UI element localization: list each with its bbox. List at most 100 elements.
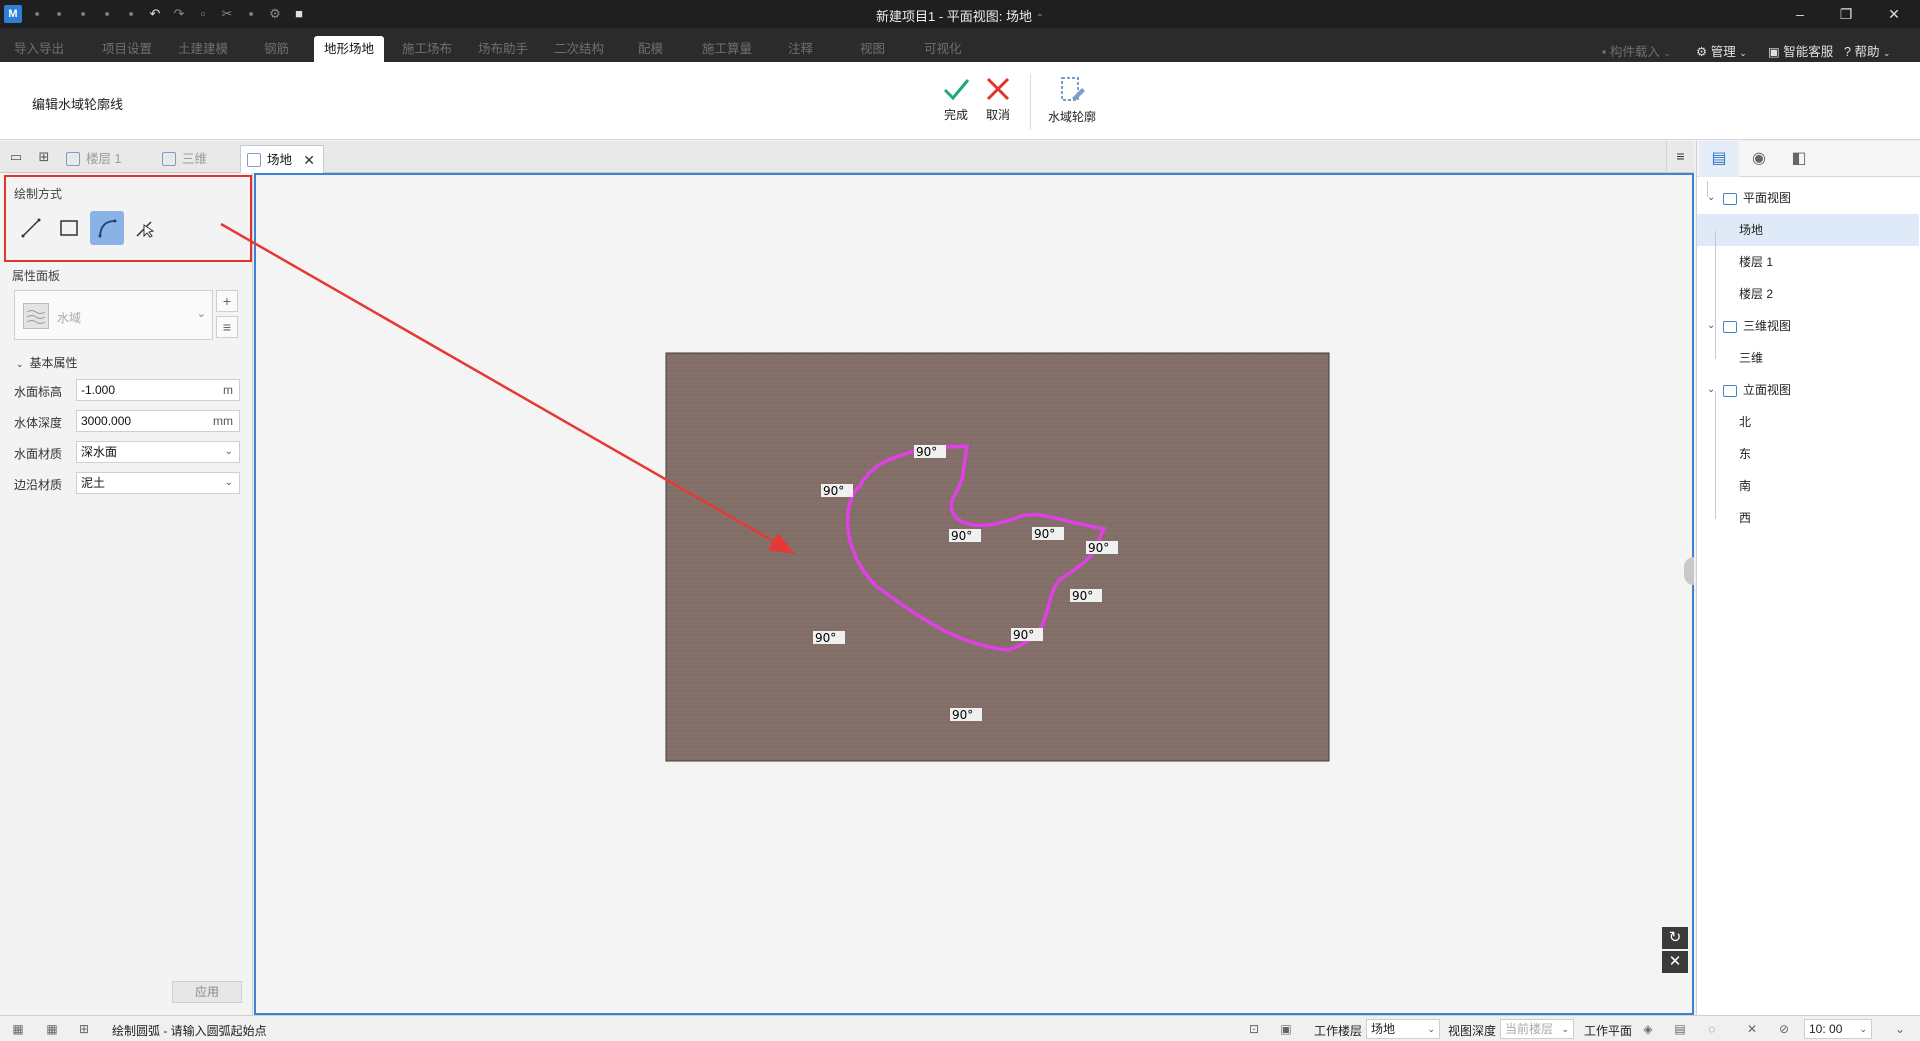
tab-site[interactable]: 场地 ✕ — [240, 145, 324, 173]
tab-quantity[interactable]: 施工算量 — [692, 36, 762, 62]
svg-text:90°: 90° — [952, 708, 973, 722]
zoom-fit-icon[interactable]: ⊡ — [1246, 1021, 1262, 1037]
scale-select[interactable]: 10: 00 ⌄ — [1804, 1019, 1872, 1039]
water-depth-input[interactable]: 3000.000 mm — [76, 410, 240, 432]
manage-menu[interactable]: ⚙ 管理 ⌄ — [1696, 41, 1747, 60]
redo-icon[interactable]: ↷ — [170, 5, 188, 23]
tab-project-settings[interactable]: 项目设置 — [92, 36, 162, 62]
drawing-canvas[interactable]: 90° 90° 90° 90° 90° 90° 90° 90° 90° ↻ ✕ — [254, 173, 1694, 1015]
export-icon[interactable]: ▪ — [122, 5, 140, 23]
tab-civil-modeling[interactable]: 土建建模 — [168, 36, 238, 62]
property-row-water-depth: 水体深度 3000.000 mm — [14, 410, 240, 432]
tree-item-floor-1[interactable]: 楼层 1 — [1739, 246, 1773, 278]
plan-view-icon — [247, 153, 261, 167]
water-outline-label: 水域轮廓 — [1047, 110, 1096, 124]
view-menu-button[interactable]: ≡ — [1666, 141, 1694, 173]
smart-service-button[interactable]: ▣ 智能客服 — [1768, 41, 1833, 60]
tree-item-site[interactable]: 场地 — [1739, 214, 1763, 246]
tile-icon[interactable]: ⊞ — [76, 1021, 92, 1037]
grid-icon[interactable]: ▦ — [10, 1021, 26, 1037]
water-material-select[interactable]: 深水面 ⌄ — [76, 441, 240, 463]
svg-text:90°: 90° — [823, 484, 844, 498]
save-icon[interactable]: ▪ — [74, 5, 92, 23]
tree-group-elevation-views[interactable]: ⌄ 立面视图 — [1707, 374, 1791, 406]
finish-button[interactable]: 完成 — [934, 76, 978, 123]
close-tab-icon[interactable]: ✕ — [303, 146, 315, 174]
tree-selection-highlight — [1697, 214, 1919, 246]
basic-properties-group[interactable]: ⌄ 基本属性 — [16, 354, 78, 371]
snap-off-icon[interactable]: ✕ — [1744, 1021, 1760, 1037]
add-type-button[interactable]: + — [216, 290, 238, 312]
layout-icon[interactable]: ◧ — [1779, 141, 1819, 177]
restore-button[interactable]: ❐ — [1826, 2, 1866, 26]
open-file-icon[interactable]: ▪ — [50, 5, 68, 23]
cancel-button[interactable]: 取消 — [976, 76, 1020, 123]
new-file-icon[interactable]: ▪ — [28, 5, 46, 23]
save-as-icon[interactable]: ▪ — [98, 5, 116, 23]
tree-item-north[interactable]: 北 — [1739, 406, 1751, 438]
app-logo[interactable]: M — [4, 5, 22, 23]
display-settings-icon[interactable]: ▤ — [1672, 1021, 1688, 1037]
restore-view-icon[interactable]: ▭ — [8, 149, 24, 165]
copy-icon[interactable]: ▪ — [242, 5, 260, 23]
close-window-button[interactable]: ✕ — [1874, 2, 1914, 26]
work-floor-select[interactable]: 场地 ⌄ — [1366, 1019, 1440, 1039]
elevation-view-icon — [1723, 384, 1737, 397]
cut-icon[interactable]: ✂ — [218, 5, 236, 23]
visibility-icon[interactable]: ◉ — [1739, 141, 1779, 177]
edit-type-button[interactable]: ≡ — [216, 316, 238, 338]
property-label: 水面标高 — [14, 385, 63, 399]
site-terrain-area[interactable] — [665, 352, 1330, 762]
angle-label: 90° — [1086, 541, 1118, 555]
help-menu[interactable]: ? 帮助 ⌄ — [1844, 41, 1890, 60]
tab-view[interactable]: 视图 — [850, 36, 895, 62]
isolate-icon[interactable]: ⊘ — [1776, 1021, 1792, 1037]
tab-annotation[interactable]: 注释 — [778, 36, 823, 62]
undo-icon[interactable]: ↶ — [146, 5, 164, 23]
tab-rebar[interactable]: 钢筋 — [254, 36, 299, 62]
snap-icon[interactable]: ▦ — [44, 1021, 60, 1037]
select-icon[interactable]: ▫ — [194, 5, 212, 23]
tree-group-3d-views[interactable]: ⌄ 三维视图 — [1707, 310, 1791, 342]
minimize-button[interactable]: – — [1780, 2, 1820, 26]
tab-construction-layout[interactable]: 施工场布 — [392, 36, 462, 62]
tab-layout-assistant[interactable]: 场布助手 — [468, 36, 538, 62]
work-plane-icon[interactable]: ◈ — [1640, 1021, 1656, 1037]
pick-tool-button[interactable] — [128, 211, 162, 245]
arc-tool-button[interactable] — [90, 211, 124, 245]
tab-floor-1[interactable]: 楼层 1 — [60, 145, 154, 173]
tab-3d[interactable]: 三维 — [156, 145, 240, 173]
tab-secondary-structure[interactable]: 二次结构 — [544, 36, 614, 62]
tile-views-icon[interactable]: ⊞ — [36, 149, 52, 165]
tab-terrain-site[interactable]: 地形场地 — [314, 36, 385, 62]
settings-icon[interactable]: ⚙ — [266, 5, 284, 23]
type-selector[interactable]: 水域 ⌄ — [14, 290, 213, 340]
tab-visualization[interactable]: 可视化 — [914, 36, 972, 62]
tree-item-floor-2[interactable]: 楼层 2 — [1739, 278, 1773, 310]
rectangle-tool-button[interactable] — [52, 211, 86, 245]
line-tool-button[interactable] — [14, 211, 48, 245]
tree-item-south[interactable]: 南 — [1739, 470, 1751, 502]
expand-icon[interactable]: ⌄ — [1892, 1021, 1908, 1037]
save-view-icon[interactable]: ▣ — [1278, 1021, 1294, 1037]
tree-item-east[interactable]: 东 — [1739, 438, 1751, 470]
tree-group-plan-views[interactable]: ⌄ 平面视图 — [1707, 182, 1791, 214]
apply-button[interactable]: 应用 — [172, 981, 242, 1003]
cancel-label: 取消 — [985, 108, 1010, 122]
tree-item-3d[interactable]: 三维 — [1739, 342, 1763, 374]
tab-import-export[interactable]: 导入导出 — [4, 36, 74, 62]
water-elevation-input[interactable]: -1.000 m — [76, 379, 240, 401]
edge-material-select[interactable]: 泥土 ⌄ — [76, 472, 240, 494]
tab-formwork[interactable]: 配模 — [628, 36, 673, 62]
reset-view-icon[interactable]: ↻ — [1662, 927, 1688, 949]
water-outline-button[interactable]: 水域轮廓 — [1046, 76, 1098, 125]
project-view-icon[interactable]: ▤ — [1699, 141, 1739, 177]
view-depth-select[interactable]: 当前楼层 ⌄ — [1500, 1019, 1574, 1039]
cube-icon[interactable]: ■ — [290, 5, 308, 23]
tree-item-west[interactable]: 西 — [1739, 502, 1751, 534]
chevron-down-icon: ⌄ — [224, 446, 233, 457]
component-load-menu[interactable]: ▪ 构件载入 ⌄ — [1602, 41, 1671, 60]
light-icon[interactable]: ◌ — [1704, 1021, 1720, 1037]
close-view-icon[interactable]: ✕ — [1662, 951, 1688, 973]
panel-collapse-handle[interactable] — [1684, 557, 1694, 585]
